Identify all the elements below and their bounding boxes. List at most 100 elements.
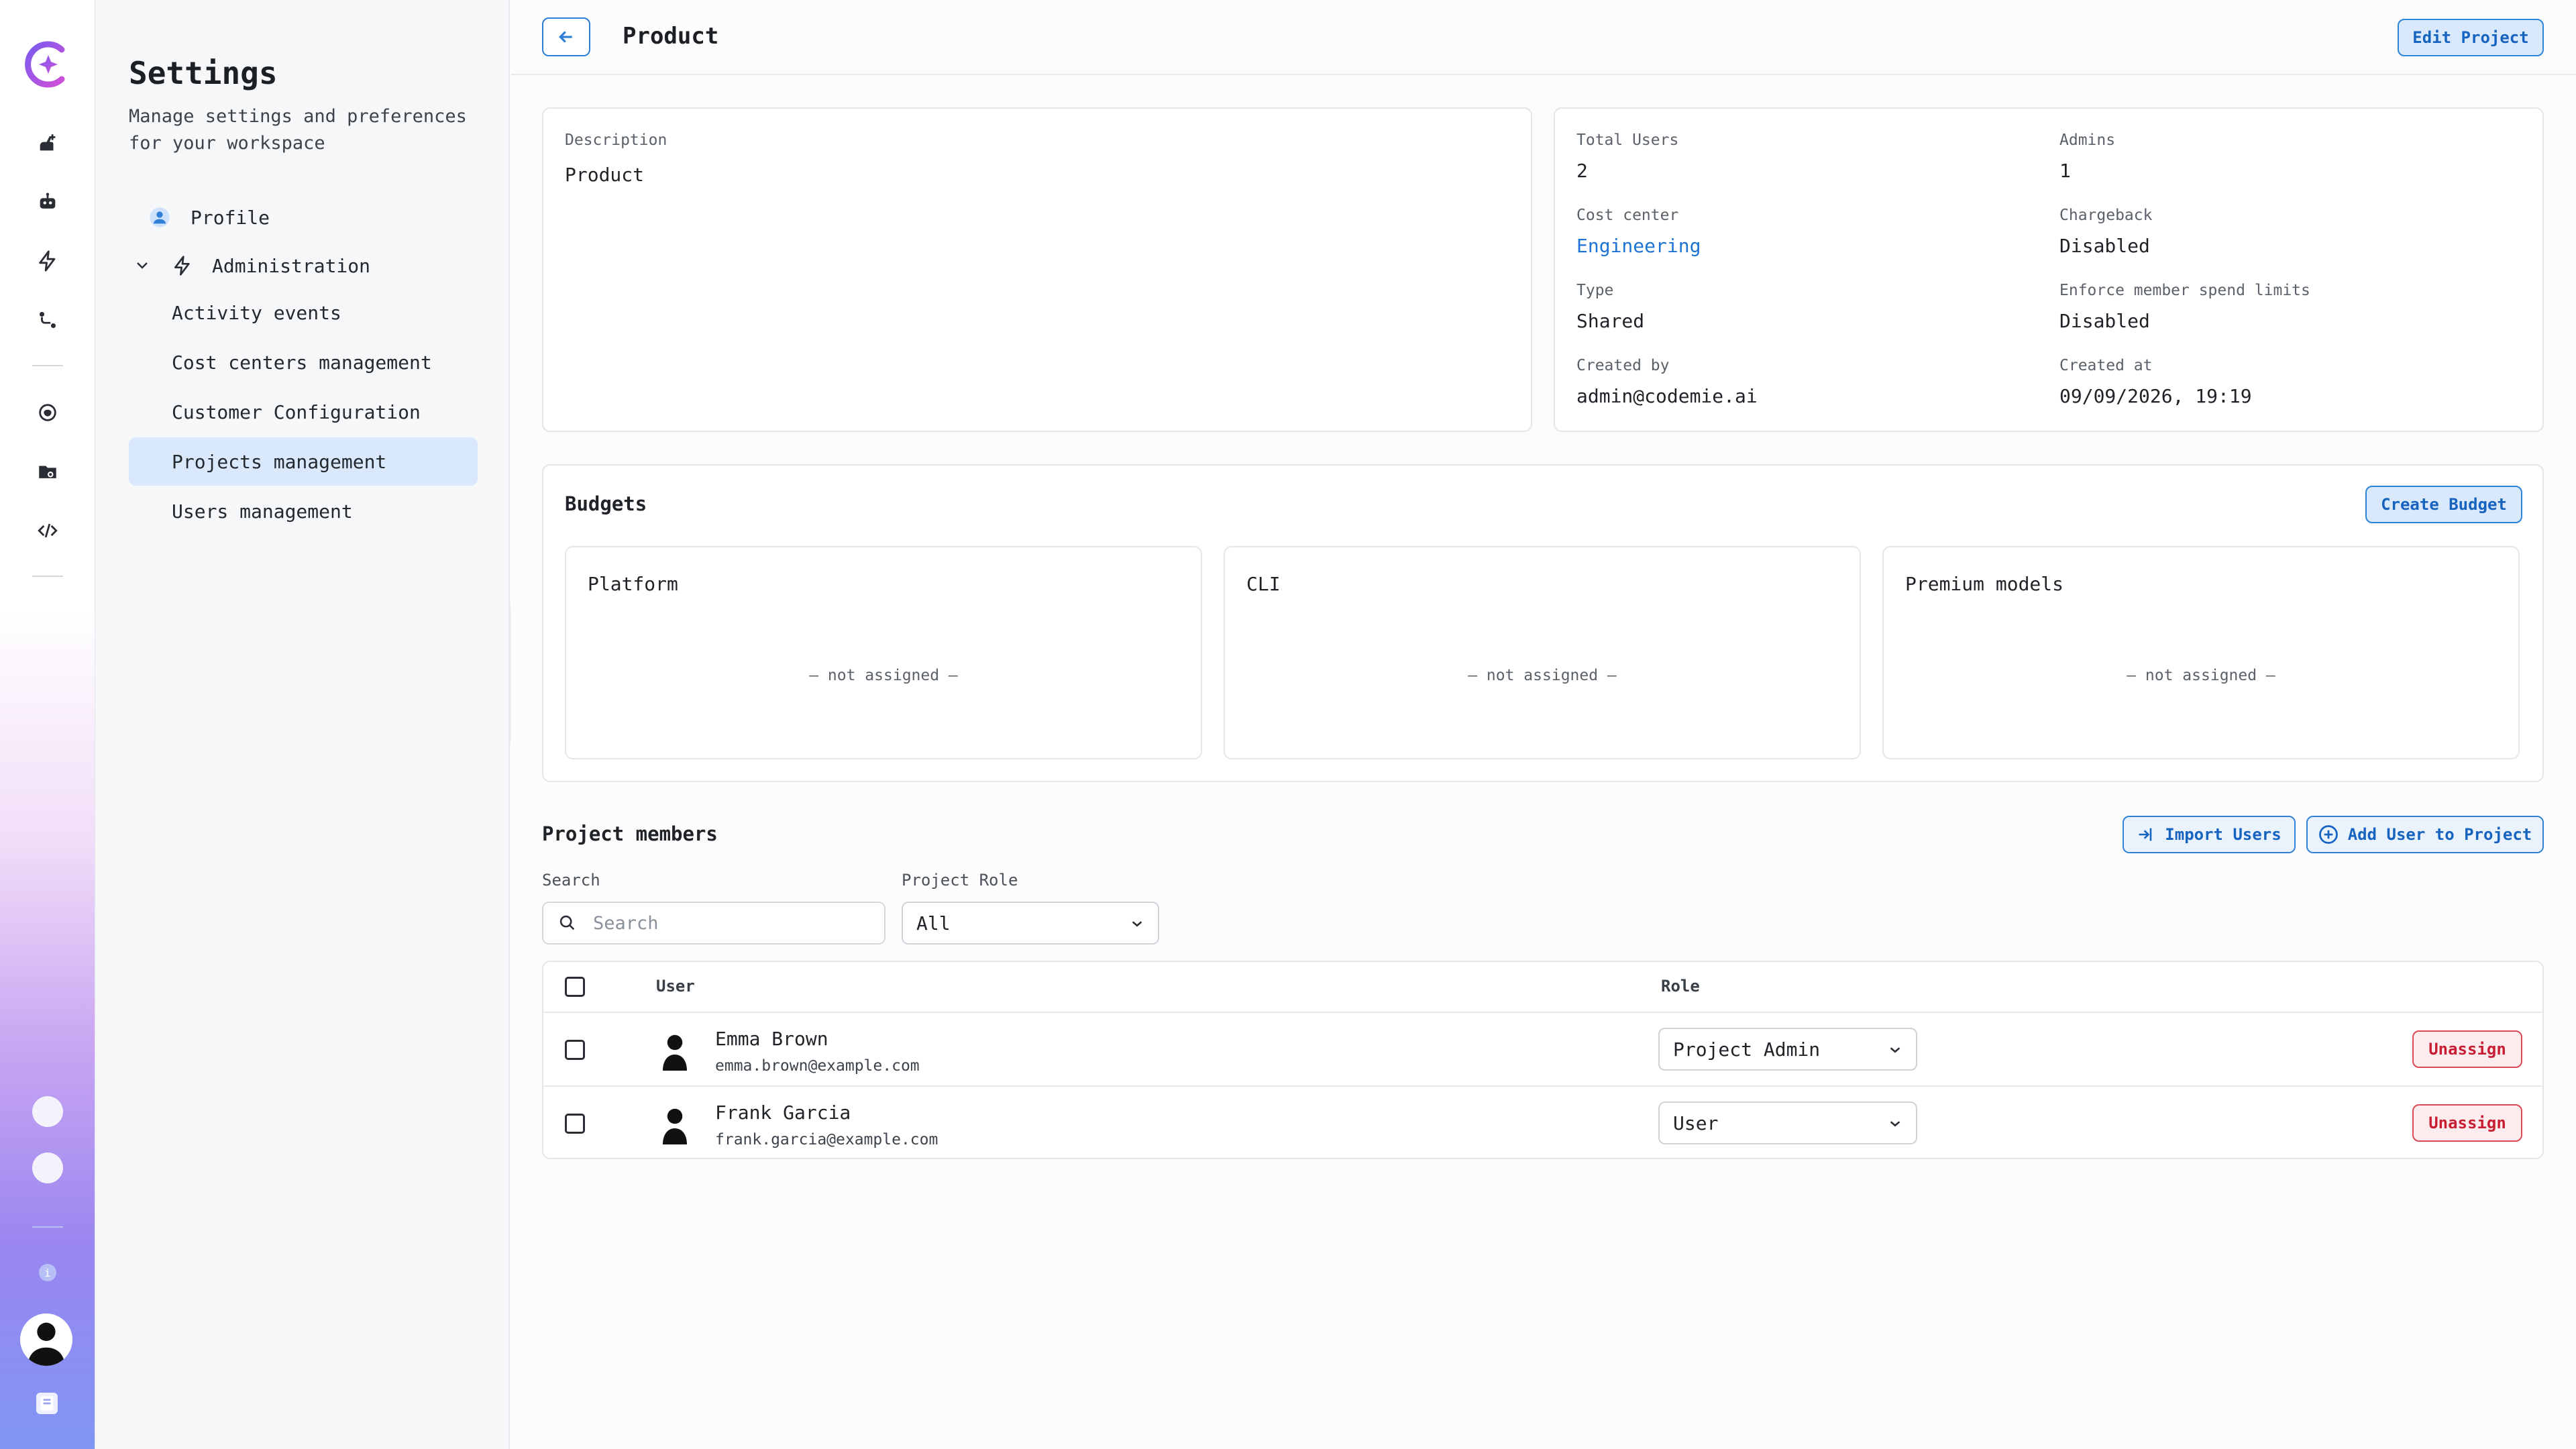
- created-at-label: Created at: [2059, 357, 2153, 374]
- budget-card-platform: Platform — not assigned —: [565, 546, 1202, 759]
- search-icon: [559, 915, 575, 930]
- enforce-limits-value: Disabled: [2059, 310, 2150, 332]
- user-name: Emma Brown: [715, 1028, 828, 1050]
- sidebar-item-label: Cost centers management: [172, 351, 432, 374]
- sidebar-item-label: Users management: [172, 500, 353, 523]
- budget-card-status: — not assigned —: [2127, 667, 2275, 684]
- page-header: Product Edit Project: [511, 0, 2576, 75]
- import-users-button[interactable]: Import Users: [2123, 816, 2296, 853]
- user-avatar[interactable]: [20, 1313, 72, 1366]
- cost-center-link[interactable]: Engineering: [1576, 235, 1701, 257]
- budget-card-premium-models: Premium models — not assigned —: [1882, 546, 2520, 759]
- rail-shortcut-2[interactable]: [32, 1152, 63, 1183]
- import-icon: [2139, 828, 2152, 841]
- bolt-icon: [172, 255, 193, 276]
- unassign-button[interactable]: Unassign: [2412, 1030, 2522, 1068]
- row-checkbox[interactable]: [565, 1040, 585, 1060]
- select-all-checkbox[interactable]: [565, 977, 585, 997]
- sidebar-item-label: Projects management: [172, 450, 387, 473]
- docs-icon[interactable]: [36, 1393, 58, 1414]
- folder-data-icon[interactable]: [35, 459, 60, 484]
- project-role-label: Project Role: [902, 871, 1018, 890]
- chargeback-label: Chargeback: [2059, 207, 2153, 224]
- bolt-icon[interactable]: [35, 248, 60, 274]
- column-header-role: Role: [1661, 977, 1700, 996]
- admins-label: Admins: [2059, 131, 2116, 149]
- sidebar-item-projects-management[interactable]: Projects management: [129, 437, 478, 486]
- brain-icon[interactable]: [35, 400, 60, 425]
- info-icon[interactable]: i: [39, 1264, 56, 1281]
- code-icon[interactable]: [35, 518, 60, 543]
- user-avatar-icon: [663, 1034, 687, 1071]
- rail-shortcut-1[interactable]: [32, 1096, 63, 1127]
- role-value: User: [1673, 1112, 1719, 1134]
- budget-card-status: — not assigned —: [809, 667, 958, 684]
- user-avatar-icon: [663, 1108, 687, 1144]
- chevron-down-icon: [1890, 1047, 1900, 1053]
- project-members-title: Project members: [542, 822, 718, 845]
- budget-card-status: — not assigned —: [1468, 667, 1617, 684]
- user-name: Frank Garcia: [715, 1102, 851, 1124]
- create-budget-button[interactable]: Create Budget: [2365, 486, 2522, 523]
- unassign-button[interactable]: Unassign: [2412, 1104, 2522, 1142]
- sidebar-item-profile[interactable]: Profile: [129, 193, 478, 241]
- budget-card-cli: CLI — not assigned —: [1224, 546, 1861, 759]
- arrow-left-icon: [559, 31, 572, 43]
- robot-icon[interactable]: [35, 189, 60, 215]
- sidebar-item-administration[interactable]: Administration: [129, 241, 478, 290]
- total-users-value: 2: [1576, 160, 1588, 182]
- row-checkbox[interactable]: [565, 1114, 585, 1134]
- edit-project-button[interactable]: Edit Project: [2398, 19, 2544, 56]
- project-stats-card: Total Users 2 Admins 1 Cost center Engin…: [1554, 107, 2544, 432]
- admins-value: 1: [2059, 160, 2071, 182]
- sidebar-item-users-management[interactable]: Users management: [129, 487, 478, 535]
- sidebar-item-customer-configuration[interactable]: Customer Configuration: [129, 388, 478, 436]
- budgets-title: Budgets: [565, 492, 647, 515]
- sidebar-item-cost-centers[interactable]: Cost centers management: [129, 338, 478, 386]
- codemie-logo-icon[interactable]: [23, 39, 71, 90]
- main-content: Product Edit Project Description Product…: [511, 0, 2576, 1449]
- rail-divider: [32, 365, 63, 366]
- user-email: emma.brown@example.com: [715, 1057, 920, 1075]
- search-input[interactable]: [593, 911, 875, 935]
- type-value: Shared: [1576, 310, 1645, 332]
- description-value: Product: [565, 164, 645, 186]
- column-header-user: User: [656, 977, 695, 996]
- search-field[interactable]: [542, 902, 885, 945]
- user-email: frank.garcia@example.com: [715, 1131, 938, 1148]
- project-role-select[interactable]: All: [902, 902, 1159, 945]
- rail-divider: [32, 576, 63, 577]
- type-label: Type: [1576, 282, 1614, 299]
- search-label: Search: [542, 871, 600, 890]
- chevron-down-icon[interactable]: [134, 258, 150, 274]
- rail-divider: [32, 1226, 63, 1228]
- sidebar-item-label: Administration: [212, 254, 371, 277]
- profile-icon: [149, 207, 170, 228]
- budget-card-title: Premium models: [1905, 573, 2064, 595]
- sidebar-item-label: Profile: [191, 206, 270, 229]
- budget-card-title: CLI: [1246, 573, 1281, 595]
- role-select[interactable]: User: [1658, 1102, 1917, 1144]
- chevron-down-icon: [1132, 921, 1142, 927]
- sidebar-item-label: Activity events: [172, 301, 341, 324]
- sidebar-item-label: Customer Configuration: [172, 400, 421, 423]
- add-assistant-icon[interactable]: [35, 130, 60, 156]
- members-table: User Role Emma Brown emma.brown@example.…: [542, 961, 2544, 1159]
- table-row: Emma Brown emma.brown@example.com Projec…: [543, 1013, 2542, 1087]
- settings-subtitle: Manage settings and preferences for your…: [129, 106, 467, 154]
- created-by-label: Created by: [1576, 357, 1670, 374]
- role-value: Project Admin: [1673, 1038, 1821, 1061]
- settings-title: Settings: [129, 55, 278, 91]
- add-user-label: Add User to Project: [2347, 825, 2532, 844]
- description-card: Description Product: [542, 107, 1532, 432]
- total-users-label: Total Users: [1576, 131, 1679, 149]
- settings-sidebar: Settings Manage settings and preferences…: [95, 0, 510, 1449]
- sidebar-item-activity-events[interactable]: Activity events: [129, 288, 478, 337]
- add-user-button[interactable]: Add User to Project: [2306, 816, 2544, 853]
- back-button[interactable]: [542, 17, 590, 56]
- table-header: User Role: [543, 962, 2542, 1013]
- app-rail: i: [0, 0, 95, 1449]
- workflow-icon[interactable]: [35, 307, 60, 333]
- description-label: Description: [565, 131, 667, 149]
- role-select[interactable]: Project Admin: [1658, 1028, 1917, 1071]
